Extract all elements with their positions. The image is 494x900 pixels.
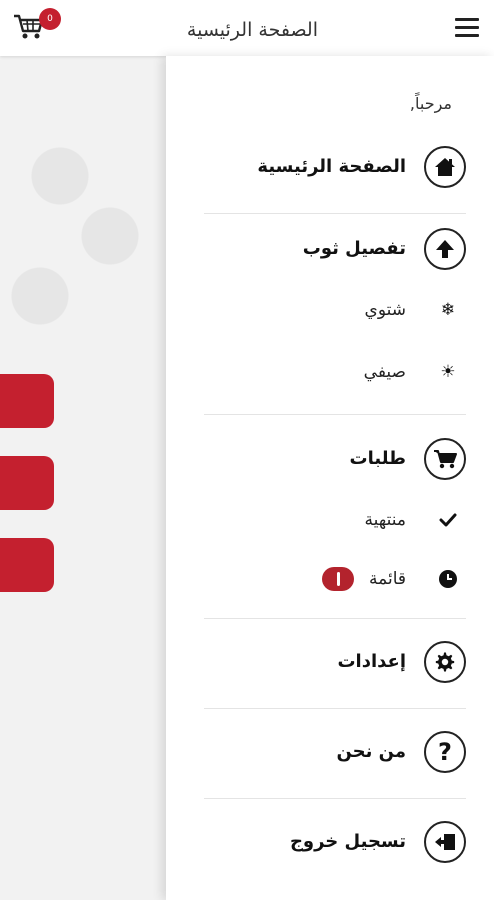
submenu-item-label: صيفي [363,362,406,382]
submenu-item-label: شتوي [364,300,406,320]
background-button-3 [0,538,54,592]
sun-icon: ☀ [440,362,456,382]
menu-item-tailor-thobe[interactable]: تفصيل ثوب [166,226,494,274]
submenu-item-summer[interactable]: ☀ صيفي [166,352,494,392]
submenu-item-label: منتهية [364,510,406,530]
top-app-bar: 0 الصفحة الرئيسية [0,0,494,56]
menu-item-label: من نحن [336,741,406,762]
cart-icon [424,438,466,480]
gear-icon [424,641,466,683]
menu-item-label: إعدادات [337,651,406,672]
divider [204,618,466,619]
snowflake-icon: ❄ [440,300,456,320]
menu-item-home[interactable]: الصفحة الرئيسية [166,144,494,192]
divider [204,213,466,214]
divider [204,798,466,799]
menu-item-label: الصفحة الرئيسية [257,156,406,177]
menu-item-about[interactable]: ? من نحن [166,729,494,777]
submenu-item-pending[interactable]: قائمة [166,559,494,599]
home-icon [424,146,466,188]
background-button-2 [0,456,54,510]
menu-item-label: تسجيل خروج [289,831,406,852]
cart-count-badge: 0 [39,8,61,30]
divider [204,414,466,415]
menu-item-logout[interactable]: تسجيل خروج [166,819,494,867]
greeting-text: مرحباً, [409,94,452,113]
page-title: الصفحة الرئيسية [186,19,318,41]
navigation-drawer: مرحباً, الصفحة الرئيسية تفصيل ثوب ❄ شتوي… [166,56,494,900]
submenu-item-winter[interactable]: ❄ شتوي [166,290,494,330]
submenu-item-completed[interactable]: منتهية [166,500,494,540]
question-icon: ? [424,731,466,773]
alert-badge [322,567,354,591]
menu-item-settings[interactable]: إعدادات [166,639,494,687]
clock-icon [436,567,460,591]
menu-item-label: طلبات [349,448,407,469]
hamburger-menu-icon[interactable] [454,15,480,39]
submenu-item-label: قائمة [369,569,406,589]
logout-icon [424,821,466,863]
checkmark-icon [436,508,460,532]
menu-item-label: تفصيل ثوب [302,238,406,259]
divider [204,708,466,709]
menu-item-orders[interactable]: طلبات [166,436,494,484]
background-button-1 [0,374,54,428]
arrow-up-icon [424,228,466,270]
